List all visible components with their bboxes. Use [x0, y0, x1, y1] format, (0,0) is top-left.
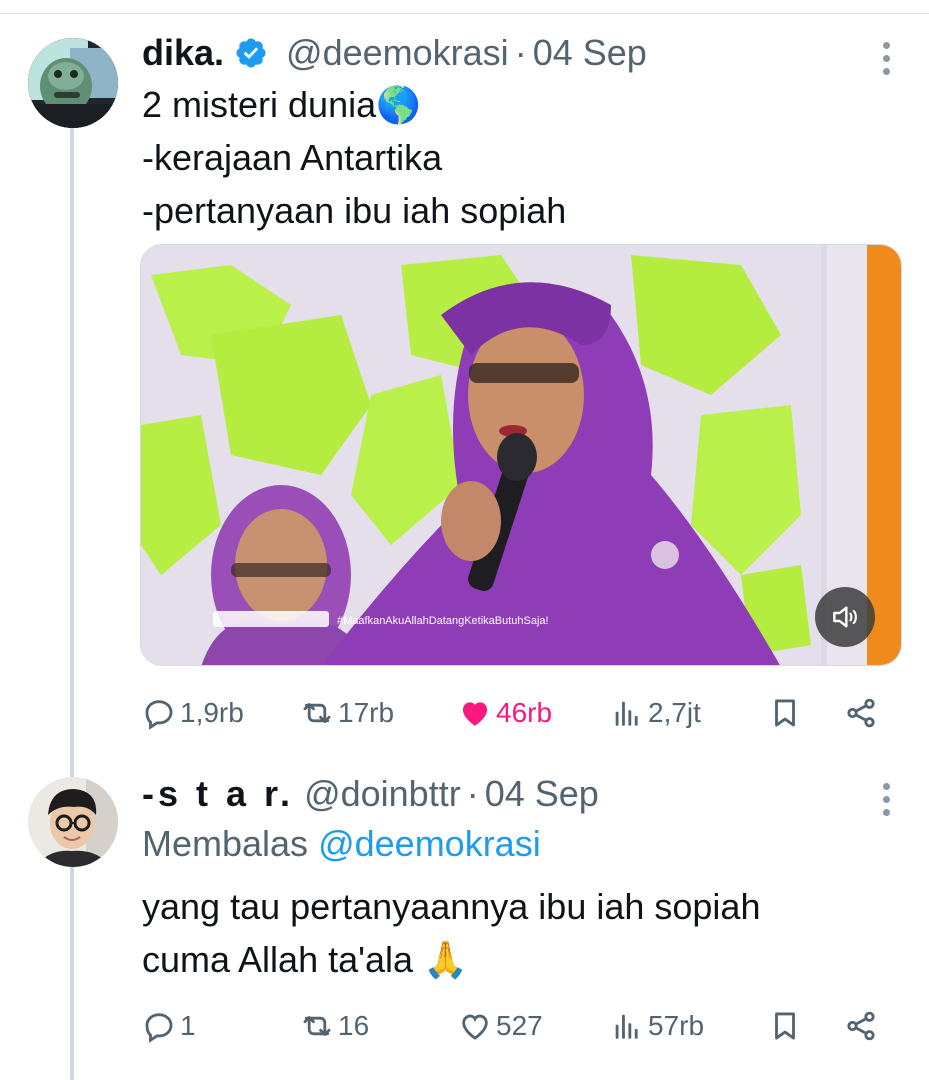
author-handle[interactable]: @deemokrasi [286, 32, 509, 74]
like-button[interactable]: 46rb [458, 690, 552, 736]
view-count: 2,7jt [648, 697, 701, 728]
video-caption: #MaafkanAkuAllahDatangKetikaButuhSaja! [337, 615, 549, 627]
tweet-date[interactable]: 04 Sep [533, 32, 647, 74]
verified-badge-icon [236, 38, 266, 68]
author-name[interactable]: dika. [142, 32, 224, 74]
reply-text: yang tau pertanyaannya ibu iah sopiah cu… [142, 880, 760, 986]
reply-author-name[interactable]: -s t a r. [142, 773, 294, 815]
share-icon [847, 1011, 875, 1041]
views-icon [615, 1014, 638, 1039]
tweet-actions: 1,9rb 17rb 46rb 2,7jt [142, 690, 887, 736]
tweet-text: 2 misteri dunia🌎 -kerajaan Antartika -pe… [142, 78, 566, 237]
view-count: 57rb [648, 1010, 705, 1041]
bookmark-button[interactable] [768, 690, 806, 736]
like-icon [462, 1014, 488, 1040]
replying-to-line: Membalas @deemokrasi [142, 823, 541, 865]
reply-author-handle[interactable]: @doinbttr [304, 773, 461, 815]
repost-icon [303, 703, 331, 723]
replying-to-label: Membalas [142, 823, 309, 864]
top-divider [0, 0, 929, 14]
like-icon [462, 702, 488, 726]
separator-dot: · [514, 32, 527, 73]
views-button[interactable]: 2,7jt [610, 690, 701, 736]
repost-count: 16 [338, 1010, 370, 1041]
tweet-line: -kerajaan Antartika [142, 137, 443, 178]
tweet-video[interactable]: #MaafkanAkuAllahDatangKetikaButuhSaja! [140, 244, 902, 666]
like-count: 46rb [496, 697, 553, 728]
bookmark-button[interactable] [768, 1003, 806, 1049]
repost-icon [303, 1016, 331, 1036]
more-options-icon[interactable] [883, 42, 891, 81]
share-icon [847, 698, 875, 728]
like-button[interactable]: 527 [458, 1003, 543, 1049]
reply-author-avatar[interactable] [28, 777, 118, 867]
repost-button[interactable]: 17rb [300, 690, 394, 736]
like-count: 527 [496, 1010, 543, 1041]
views-button[interactable]: 57rb [610, 1003, 704, 1049]
reply-line: cuma Allah ta'ala 🙏 [142, 939, 468, 980]
reply-date[interactable]: 04 Sep [485, 773, 599, 815]
bookmark-icon [775, 1012, 795, 1040]
tweet-line: -pertanyaan ibu iah sopiah [142, 190, 567, 231]
reply-line: yang tau pertanyaannya ibu iah sopiah [142, 886, 761, 927]
repost-count: 17rb [338, 697, 395, 728]
reply-button[interactable]: 1,9rb [142, 690, 244, 736]
author-avatar[interactable] [28, 38, 118, 128]
tweet-header: dika. @deemokrasi · 04 Sep [142, 32, 647, 74]
views-icon [615, 701, 638, 726]
repost-button[interactable]: 16 [300, 1003, 369, 1049]
replying-to-mention[interactable]: @deemokrasi [318, 823, 541, 864]
reply-icon [145, 1013, 173, 1043]
separator-dot: · [466, 773, 479, 814]
more-options-icon[interactable] [883, 783, 891, 822]
bookmark-icon [775, 699, 795, 727]
reply-header: -s t a r. @doinbttr · 04 Sep [142, 773, 599, 815]
volume-icon [833, 606, 857, 628]
volume-toggle-button[interactable] [815, 587, 875, 647]
share-button[interactable] [844, 1003, 882, 1049]
reply-icon [145, 700, 173, 730]
share-button[interactable] [844, 690, 882, 736]
reply-count: 1,9rb [180, 697, 244, 728]
reply-actions: 1 16 527 57rb [142, 1003, 887, 1049]
thread-connector-line [70, 128, 74, 1080]
reply-button[interactable]: 1 [142, 1003, 196, 1049]
reply-count: 1 [180, 1010, 196, 1041]
tweet-line: 2 misteri dunia🌎 [142, 84, 421, 125]
